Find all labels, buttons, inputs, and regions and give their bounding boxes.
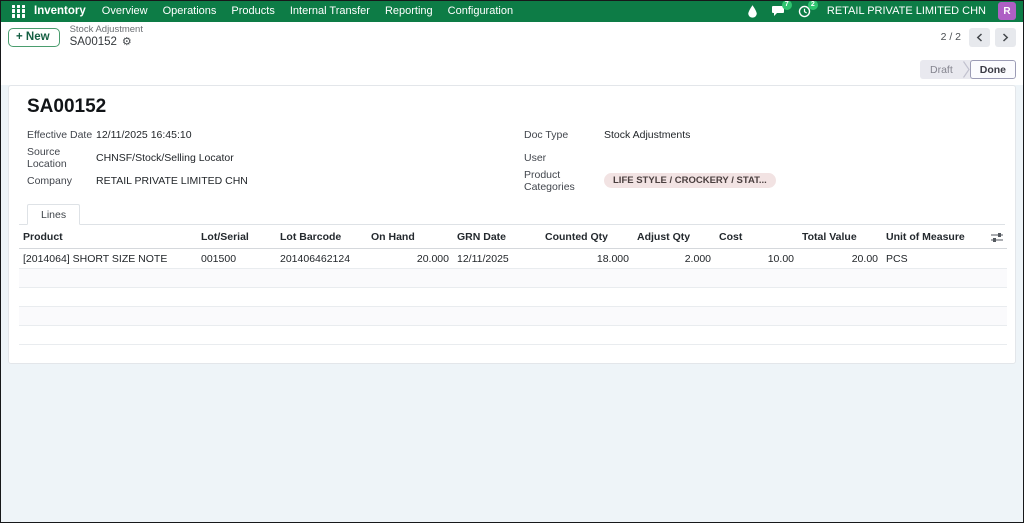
record-name: SA00152	[69, 35, 117, 48]
cell-lot-serial: 001500	[197, 248, 276, 269]
notebook: Lines Product Lot/Serial Lot Barcode On …	[19, 204, 1007, 345]
company-switcher[interactable]: RETAIL PRIVATE LIMITED CHN	[827, 5, 986, 17]
chevron-left-icon	[976, 32, 983, 42]
field-company: Company RETAIL PRIVATE LIMITED CHN	[27, 174, 248, 187]
cell-total-value: 20.00	[798, 248, 882, 269]
control-panel: + New Stock Adjustment SA00152 ⚙ 2 / 2	[0, 22, 1024, 52]
breadcrumb-current: SA00152 ⚙	[70, 36, 143, 49]
menu-configuration[interactable]: Configuration	[448, 5, 513, 17]
field-user: User	[524, 151, 547, 164]
pager: 2 / 2	[940, 27, 1016, 47]
breadcrumb-parent[interactable]: Stock Adjustment	[70, 24, 143, 35]
droplet-icon[interactable]	[745, 3, 761, 19]
menu-internal-transfer[interactable]: Internal Transfer	[290, 5, 370, 17]
col-grn-date[interactable]: GRN Date	[453, 225, 541, 249]
statusbar: Draft Done	[919, 60, 1016, 79]
pager-next-button[interactable]	[995, 27, 1016, 47]
empty-row	[19, 306, 1007, 326]
empty-row	[19, 287, 1007, 307]
col-cost[interactable]: Cost	[715, 225, 798, 249]
status-draft[interactable]: Draft	[920, 60, 963, 79]
status-arrow-icon	[962, 60, 970, 79]
menu-products[interactable]: Products	[231, 5, 274, 17]
col-counted-qty[interactable]: Counted Qty	[541, 225, 633, 249]
tab-lines[interactable]: Lines	[27, 204, 81, 225]
empty-row	[19, 268, 1007, 288]
top-navbar: Inventory Overview Operations Products I…	[0, 0, 1024, 22]
form-sheet: SA00152 Effective Date 12/11/2025 16:45:…	[8, 85, 1016, 364]
col-product[interactable]: Product	[19, 225, 197, 249]
main-menu: Overview Operations Products Internal Tr…	[102, 5, 513, 17]
status-done[interactable]: Done	[969, 60, 1016, 79]
table-header-row: Product Lot/Serial Lot Barcode On Hand G…	[19, 225, 1007, 249]
col-lot-serial[interactable]: Lot/Serial	[197, 225, 276, 249]
user-avatar[interactable]: R	[998, 2, 1016, 20]
product-category-tag: LIFE STYLE / CROCKERY / STAT...	[604, 173, 776, 188]
pager-count: 2 / 2	[940, 31, 961, 43]
field-source-location: Source Location CHNSF/Stock/Selling Loca…	[27, 145, 234, 170]
cell-grn-date: 12/11/2025	[453, 248, 541, 269]
menu-reporting[interactable]: Reporting	[385, 5, 433, 17]
messages-icon[interactable]: 7	[771, 0, 792, 19]
table-row[interactable]: [2014064] SHORT SIZE NOTE 001500 2014064…	[19, 248, 1007, 269]
col-total-value[interactable]: Total Value	[798, 225, 882, 249]
col-unit-of-measure[interactable]: Unit of Measure	[882, 225, 987, 249]
activities-badge: 2	[807, 0, 818, 10]
lines-table: Product Lot/Serial Lot Barcode On Hand G…	[19, 225, 1007, 345]
empty-row	[19, 325, 1007, 345]
messages-badge: 7	[781, 0, 792, 10]
cell-uom: PCS	[882, 248, 987, 269]
field-doc-type: Doc Type Stock Adjustments	[524, 128, 691, 141]
field-product-categories: Product Categories LIFE STYLE / CROCKERY…	[524, 169, 1005, 193]
page-title: SA00152	[27, 96, 107, 117]
gear-icon[interactable]: ⚙	[122, 36, 132, 48]
optional-columns-button[interactable]	[987, 225, 1007, 249]
activities-clock-icon[interactable]: 2	[797, 0, 818, 19]
field-grid: Effective Date 12/11/2025 16:45:10 Sourc…	[19, 123, 1005, 193]
cell-counted-qty: 18.000	[541, 248, 633, 269]
cell-product: [2014064] SHORT SIZE NOTE	[19, 248, 197, 269]
col-on-hand[interactable]: On Hand	[367, 225, 453, 249]
field-effective-date: Effective Date 12/11/2025 16:45:10	[27, 128, 192, 141]
form-statusbar-row: Draft Done	[0, 52, 1024, 85]
menu-overview[interactable]: Overview	[102, 5, 148, 17]
cell-adjust-qty: 2.000	[633, 248, 715, 269]
breadcrumb: Stock Adjustment SA00152 ⚙	[70, 24, 143, 49]
cell-on-hand: 20.000	[367, 248, 453, 269]
apps-grid-icon[interactable]	[12, 4, 25, 18]
menu-operations[interactable]: Operations	[163, 5, 217, 17]
new-button[interactable]: + New	[8, 27, 60, 47]
col-adjust-qty[interactable]: Adjust Qty	[633, 225, 715, 249]
cell-lot-barcode: 201406462124	[276, 248, 367, 269]
pager-previous-button[interactable]	[969, 27, 990, 47]
control-panel-band: + New Stock Adjustment SA00152 ⚙ 2 / 2 D…	[0, 22, 1024, 85]
app-name[interactable]: Inventory	[34, 5, 86, 17]
cell-cost: 10.00	[715, 248, 798, 269]
plus-icon: +	[16, 30, 23, 43]
tab-bar: Lines	[19, 204, 1005, 225]
chevron-right-icon	[1002, 32, 1009, 42]
sliders-icon	[991, 232, 1003, 243]
col-lot-barcode[interactable]: Lot Barcode	[276, 225, 367, 249]
